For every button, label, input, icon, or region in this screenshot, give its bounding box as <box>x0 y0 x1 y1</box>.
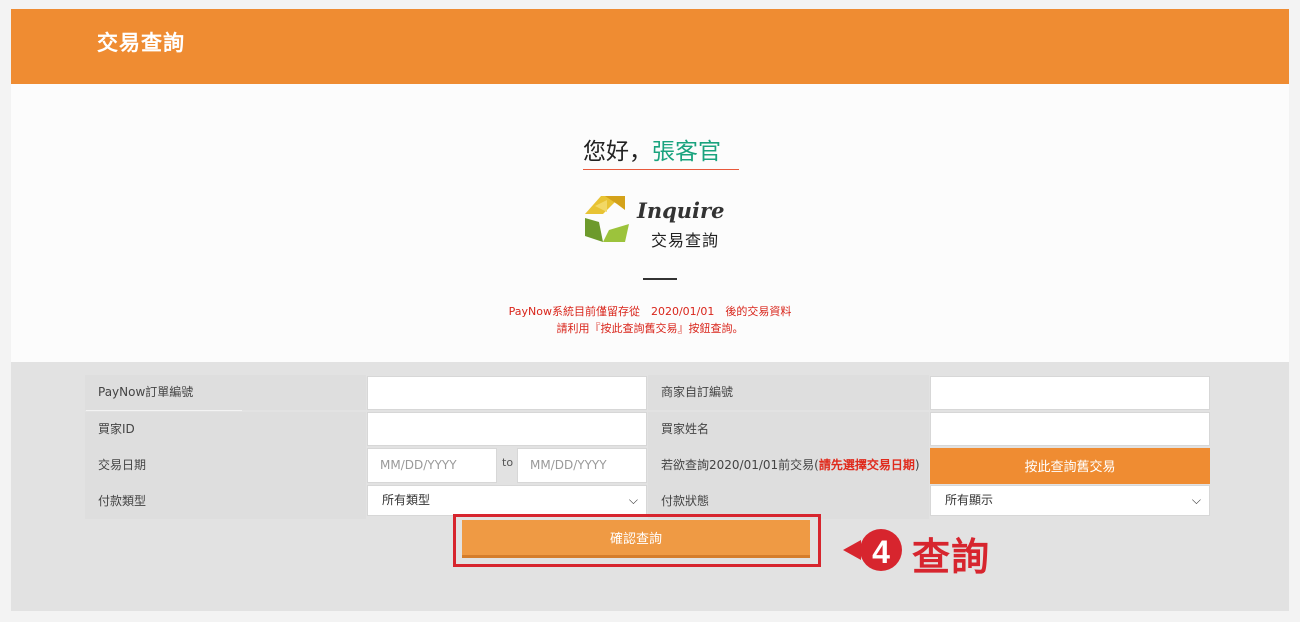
date-from-input[interactable]: MM/DD/YYYY <box>367 448 497 483</box>
confirm-button[interactable]: 確認查詢 <box>462 520 810 558</box>
payment-type-value: 所有類型 <box>382 493 431 507</box>
payment-status-value: 所有顯示 <box>945 493 994 507</box>
old-query-hint-end: ) <box>914 458 920 472</box>
date-label: 交易日期 <box>85 447 285 484</box>
date-label-fill <box>285 447 366 484</box>
step-number: 4 <box>872 534 890 570</box>
order-no-label-fill <box>241 375 366 410</box>
chevron-down-icon: ⌵ <box>1191 493 1201 507</box>
greeting-prefix: 您好， <box>583 139 652 165</box>
merchant-no-label: 商家自訂編號 <box>648 375 929 410</box>
order-no-input[interactable] <box>367 376 647 410</box>
divider <box>643 278 677 280</box>
page-title: 交易查詢 <box>97 31 185 55</box>
customer-name: 張客官 <box>652 139 721 165</box>
buyer-name-input[interactable] <box>930 412 1210 446</box>
payment-status-select[interactable]: 所有顯示 ⌵ <box>930 485 1210 516</box>
step-annotation-text: 查詢 <box>912 535 991 579</box>
order-no-label: PayNow訂單編號 <box>85 375 241 410</box>
date-to-separator: to <box>502 456 514 469</box>
buyer-name-label: 買家姓名 <box>648 412 929 447</box>
date-to-input[interactable]: MM/DD/YYYY <box>517 448 647 483</box>
old-query-hint: 若欲查詢2020/01/01前交易(請先選擇交易日期) <box>648 447 929 484</box>
chevron-down-icon: ⌵ <box>628 493 638 507</box>
greeting: 您好，張客官 <box>583 132 739 170</box>
old-query-button[interactable]: 按此查詢舊交易 <box>930 448 1210 484</box>
page-header: 交易查詢 <box>11 9 1289 84</box>
logo-text-zh: 交易查詢 <box>651 231 720 250</box>
old-query-hint-warning: 請先選擇交易日期 <box>818 458 915 472</box>
old-query-hint-text: 若欲查詢2020/01/01前交易( <box>661 458 819 472</box>
hero-section: 您好，張客官 Inquire 交易查詢 PayNow系統目前僅留存從 2020/… <box>11 84 1289 362</box>
logo-text-en: Inquire <box>637 198 725 223</box>
inquire-logo-icon <box>585 196 629 242</box>
payment-type-label: 付款類型 <box>85 484 366 519</box>
step-badge-icon: 4 <box>843 529 902 571</box>
buyer-id-label: 買家ID <box>85 412 366 447</box>
notice-line-1: PayNow系統目前僅留存從 2020/01/01 後的交易資料 <box>508 305 792 318</box>
buyer-id-input[interactable] <box>367 412 647 446</box>
inquire-logo: Inquire 交易查詢 <box>581 192 746 250</box>
notice-line-2: 請利用『按此查詢舊交易』按鈕查詢。 <box>556 322 744 335</box>
merchant-no-input[interactable] <box>930 376 1210 410</box>
payment-type-select[interactable]: 所有類型 ⌵ <box>367 485 647 516</box>
